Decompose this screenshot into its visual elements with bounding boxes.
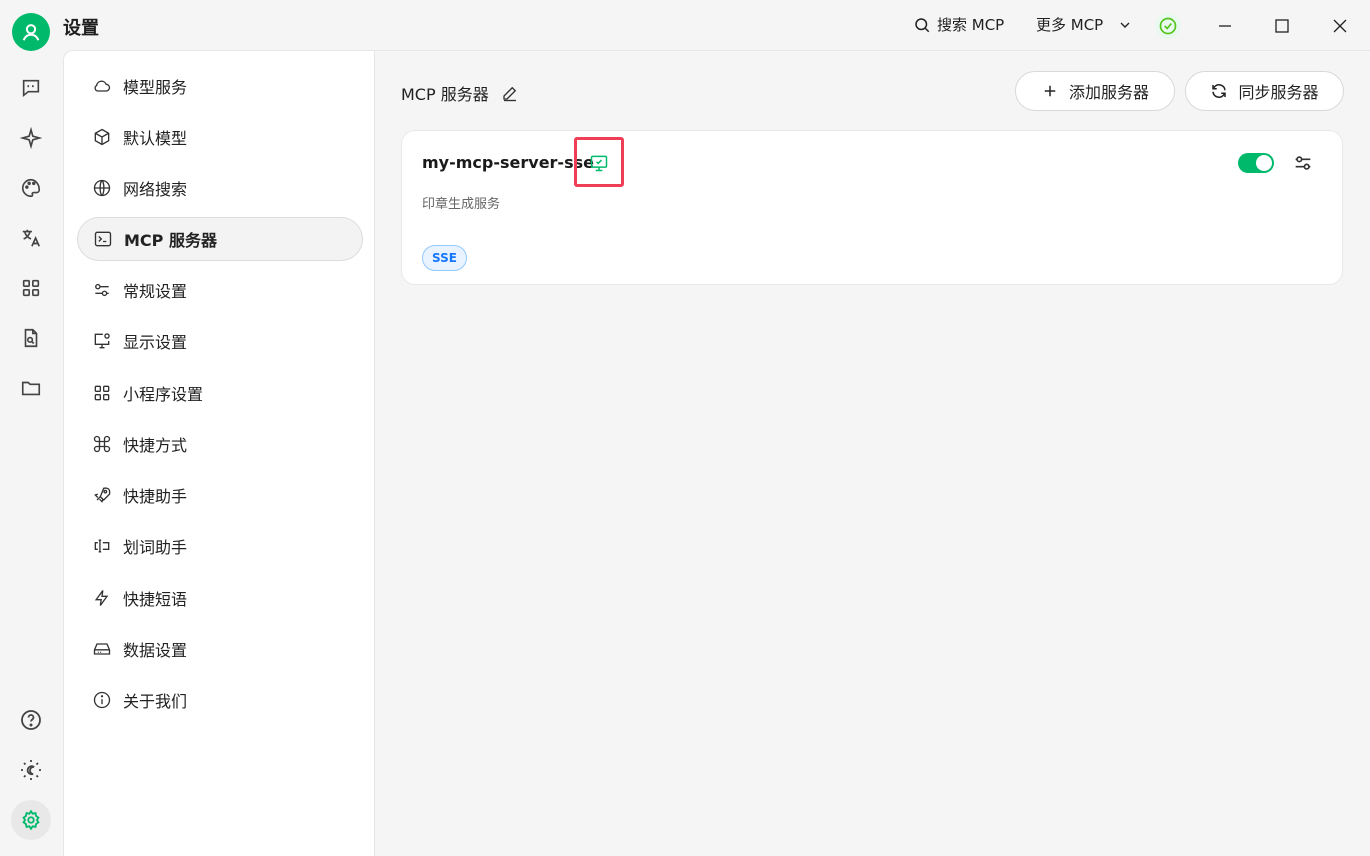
- rail-translate-button[interactable]: [11, 218, 51, 258]
- highlight-box: [574, 137, 624, 187]
- main-content: MCP 服务器 添加服务器 同步服务器 my-mcp-server-sse 印章…: [375, 50, 1370, 856]
- nav-item-quick-phrases[interactable]: 快捷短语: [77, 576, 363, 620]
- file-search-icon: [24, 328, 38, 348]
- rail-paint-button[interactable]: [11, 168, 51, 208]
- user-avatar[interactable]: [12, 13, 50, 51]
- rail-theme-button[interactable]: [11, 750, 51, 790]
- nav-item-label: 数据设置: [123, 641, 188, 660]
- server-name: my-mcp-server-sse: [422, 153, 594, 172]
- maximize-icon: [1275, 19, 1289, 33]
- help-icon: [21, 710, 41, 730]
- user-icon: [22, 24, 40, 41]
- nav-item-label: 网络搜索: [123, 180, 188, 199]
- nav-item-label: 快捷助手: [123, 487, 188, 506]
- nav-item-display-settings[interactable]: 显示设置: [77, 319, 363, 363]
- minimize-icon: [1219, 25, 1231, 27]
- chevron-down-icon: [1120, 22, 1130, 28]
- title-bar: 设置 搜索 MCP 更多 MCP: [0, 0, 1370, 51]
- rail-apps-button[interactable]: [11, 268, 51, 308]
- close-icon: [1333, 19, 1347, 33]
- search-icon: [915, 17, 930, 32]
- rail-files-button[interactable]: [11, 318, 51, 358]
- nav-item-label: 模型服务: [123, 78, 188, 97]
- nav-item-label: MCP 服务器: [124, 231, 217, 250]
- gear-icon: [22, 809, 40, 831]
- nav-item-web-search[interactable]: 网络搜索: [77, 166, 363, 210]
- server-card[interactable]: my-mcp-server-sse 印章生成服务 SSE: [401, 130, 1343, 285]
- sliders-icon: [91, 279, 113, 301]
- nav-item-data-settings[interactable]: 数据设置: [77, 627, 363, 671]
- nav-item-label: 显示设置: [123, 333, 188, 352]
- edit-title-button[interactable]: [501, 84, 519, 102]
- app-title: 设置: [63, 18, 99, 39]
- globe-icon: [91, 177, 113, 199]
- search-mcp-button[interactable]: 搜索 MCP: [913, 14, 1004, 35]
- nav-item-label: 小程序设置: [123, 385, 204, 404]
- nav-item-label: 快捷短语: [123, 590, 188, 609]
- page-title: MCP 服务器: [401, 85, 489, 104]
- search-mcp-label: 搜索 MCP: [937, 16, 1005, 34]
- nav-item-label: 默认模型: [123, 129, 188, 148]
- rail-chat-button[interactable]: [11, 68, 51, 108]
- close-window-button[interactable]: [1328, 14, 1352, 38]
- terminal-icon: [92, 228, 114, 250]
- nav-item-selection-assistant[interactable]: 划词助手: [77, 524, 363, 568]
- minimize-button[interactable]: [1213, 14, 1237, 38]
- nav-item-about[interactable]: 关于我们: [77, 678, 363, 722]
- nav-item-label: 关于我们: [123, 692, 188, 711]
- nav-item-shortcuts[interactable]: 快捷方式: [77, 422, 363, 466]
- more-mcp-dropdown[interactable]: 更多 MCP: [1036, 14, 1133, 35]
- apps-grid-icon: [22, 279, 40, 297]
- zap-icon: [91, 587, 113, 609]
- check-circle-icon: [1159, 17, 1177, 35]
- nav-item-default-model[interactable]: 默认模型: [77, 115, 363, 159]
- sparkle-icon: [20, 127, 42, 149]
- page-header: MCP 服务器: [401, 81, 519, 105]
- rail-help-button[interactable]: [11, 700, 51, 740]
- command-icon: [91, 433, 113, 455]
- icon-rail: [0, 50, 63, 856]
- nav-item-label: 快捷方式: [123, 436, 188, 455]
- refresh-icon: [1212, 84, 1227, 98]
- nav-item-miniapp-settings[interactable]: 小程序设置: [77, 371, 363, 415]
- add-server-button[interactable]: 添加服务器: [1015, 71, 1175, 111]
- server-description: 印章生成服务: [422, 197, 501, 212]
- text-select-icon: [91, 535, 113, 557]
- nav-item-general-settings[interactable]: 常规设置: [77, 268, 363, 312]
- theme-icon: [21, 760, 41, 780]
- more-mcp-label: 更多 MCP: [1036, 16, 1104, 34]
- rocket-icon: [91, 484, 113, 506]
- nav-item-label: 划词助手: [123, 538, 188, 557]
- chat-icon: [22, 79, 40, 98]
- nav-item-mcp-servers[interactable]: MCP 服务器: [77, 217, 363, 261]
- toggle-knob: [1256, 155, 1272, 171]
- server-type-badge: SSE: [422, 245, 467, 271]
- pencil-icon: [503, 86, 516, 102]
- translate-icon: [22, 229, 41, 247]
- nav-item-quick-assistant[interactable]: 快捷助手: [77, 473, 363, 517]
- grid-icon: [91, 382, 113, 404]
- plus-icon: [1044, 85, 1056, 97]
- cube-icon: [91, 126, 113, 148]
- monitor-settings-icon: [91, 330, 113, 352]
- sync-servers-button[interactable]: 同步服务器: [1185, 71, 1344, 111]
- settings-nav: 模型服务 默认模型 网络搜索 MCP 服务器 常规设置 显示设置 小程序设置 快…: [63, 50, 375, 856]
- cloud-icon: [91, 75, 113, 97]
- nav-item-label: 常规设置: [123, 282, 188, 301]
- palette-icon: [22, 178, 41, 198]
- nav-item-model-service[interactable]: 模型服务: [77, 64, 363, 108]
- folder-icon: [21, 381, 41, 396]
- rail-agents-button[interactable]: [11, 118, 51, 158]
- maximize-button[interactable]: [1270, 14, 1294, 38]
- info-icon: [91, 689, 113, 711]
- server-enable-toggle[interactable]: [1238, 153, 1274, 173]
- server-settings-button[interactable]: [1292, 152, 1314, 174]
- add-server-label: 添加服务器: [1068, 83, 1149, 102]
- sync-servers-label: 同步服务器: [1238, 83, 1319, 102]
- hard-drive-icon: [91, 638, 113, 660]
- status-check-button[interactable]: [1155, 13, 1181, 39]
- rail-folder-button[interactable]: [11, 368, 51, 408]
- rail-settings-button[interactable]: [11, 800, 51, 840]
- sliders-icon: [1295, 156, 1311, 170]
